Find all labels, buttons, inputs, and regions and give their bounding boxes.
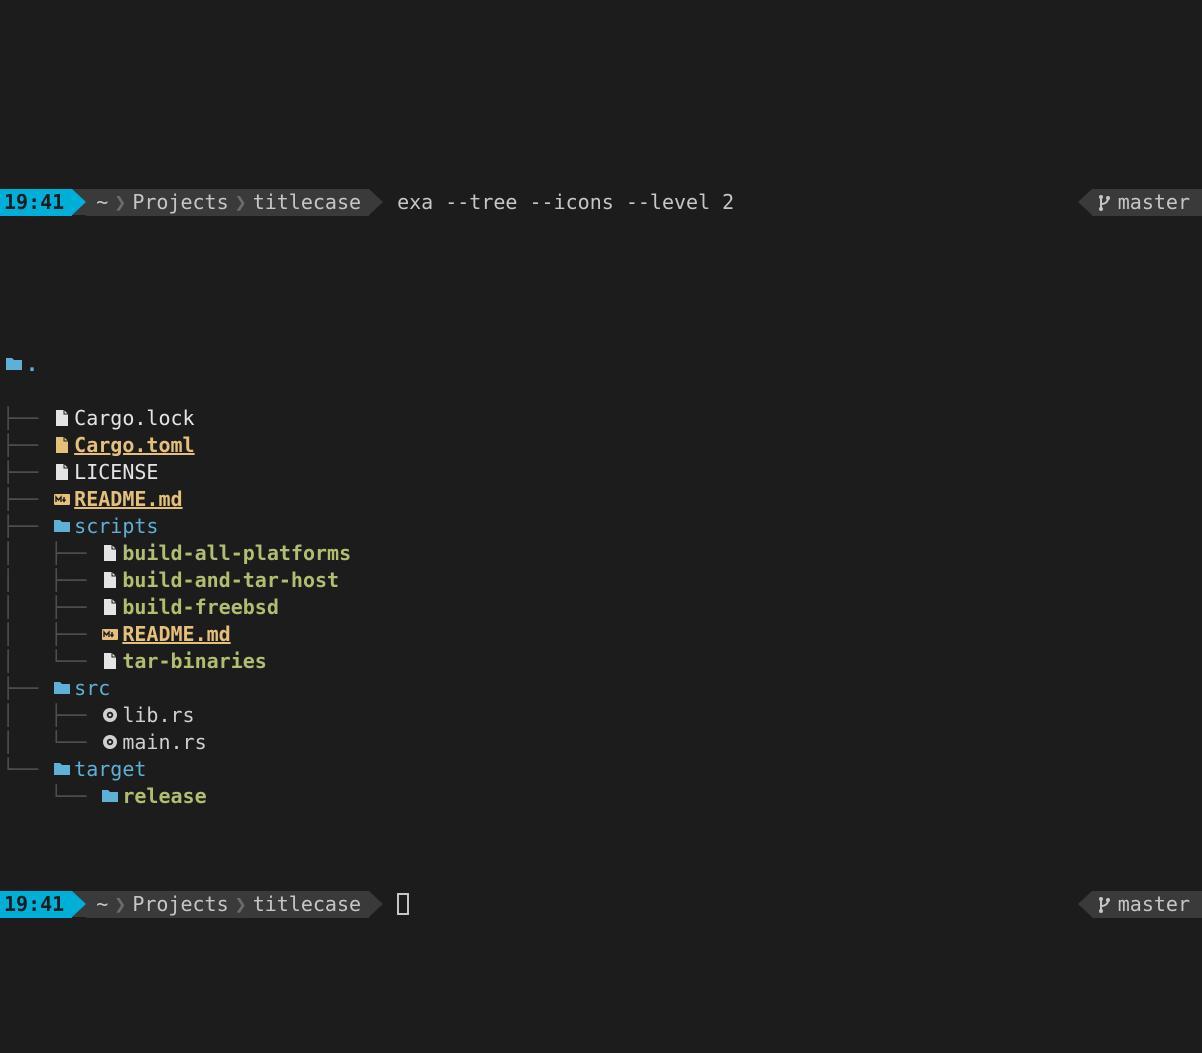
folder-icon xyxy=(98,783,122,810)
tree-guide: └── xyxy=(2,783,98,810)
spacer xyxy=(742,189,1078,216)
tree-entry-name: src xyxy=(74,675,110,702)
tree-row: │ ├── lib.rs xyxy=(2,702,1202,729)
tree-row: │ └── main.rs xyxy=(2,729,1202,756)
file-icon xyxy=(98,540,122,567)
arrow-icon xyxy=(72,891,86,917)
rust-icon xyxy=(98,729,122,756)
clock-segment: 19:41 xyxy=(0,891,72,918)
file-icon xyxy=(98,594,122,621)
tree-entry-name: LICENSE xyxy=(74,459,158,486)
tree-guide: ├── xyxy=(2,513,50,540)
cursor[interactable] xyxy=(397,893,409,915)
tree-entry-name: build-all-platforms xyxy=(122,540,351,567)
tree-guide: │ ├── xyxy=(2,540,98,567)
md-icon xyxy=(98,621,122,648)
tree-guide: ├── xyxy=(2,432,50,459)
tree-entry-name: Cargo.lock xyxy=(74,405,194,432)
tree-row: │ ├── README.md xyxy=(2,621,1202,648)
file-icon xyxy=(98,648,122,675)
git-branch-name: master xyxy=(1114,891,1190,918)
spacer xyxy=(409,891,1078,918)
tree-row: ├── src xyxy=(2,675,1202,702)
cfg-icon xyxy=(50,432,74,459)
prompt-line-top: 19:41 ~❯Projects❯titlecase exa --tree --… xyxy=(0,189,1202,216)
tree-row: │ └── tar-binaries xyxy=(2,648,1202,675)
file-icon xyxy=(50,405,74,432)
tree-row: ├── Cargo.toml xyxy=(2,432,1202,459)
path-segment: ~❯Projects❯titlecase xyxy=(86,189,369,216)
tree-row: ├── README.md xyxy=(2,486,1202,513)
tree-root: . xyxy=(2,351,1202,378)
tree-row: ├── LICENSE xyxy=(2,459,1202,486)
tree-row: ├── Cargo.lock xyxy=(2,405,1202,432)
command-text[interactable]: exa --tree --icons --level 2 xyxy=(383,189,742,216)
tree-guide: └── xyxy=(2,756,50,783)
tree-guide: │ └── xyxy=(2,648,98,675)
path-part: ~ xyxy=(96,189,108,216)
chevron-icon: ❯ xyxy=(108,189,132,216)
tree-guide: │ └── xyxy=(2,729,98,756)
tree-entry-name: main.rs xyxy=(122,729,206,756)
tree-entry-name: tar-binaries xyxy=(122,648,267,675)
tree-output: . ├── Cargo.lock├── Cargo.toml├── LICENS… xyxy=(0,297,1202,810)
git-branch-segment: master xyxy=(1092,891,1202,918)
folder-icon xyxy=(50,675,74,702)
tree-guide: │ ├── xyxy=(2,702,98,729)
tree-guide: │ ├── xyxy=(2,594,98,621)
path-part: titlecase xyxy=(253,891,361,918)
path-part: Projects xyxy=(132,189,228,216)
path-part: ~ xyxy=(96,891,108,918)
path-part: titlecase xyxy=(253,189,361,216)
tree-guide: │ ├── xyxy=(2,567,98,594)
arrow-icon xyxy=(369,891,383,917)
chevron-icon: ❯ xyxy=(229,189,253,216)
chevron-icon: ❯ xyxy=(229,891,253,918)
tree-entry-name: README.md xyxy=(74,486,182,513)
chevron-icon: ❯ xyxy=(108,891,132,918)
git-branch-icon xyxy=(1096,896,1114,914)
clock-segment: 19:41 xyxy=(0,189,72,216)
path-part: Projects xyxy=(132,891,228,918)
tree-entry-name: target xyxy=(74,756,146,783)
tree-entry-name: README.md xyxy=(122,621,230,648)
tree-entry-name: scripts xyxy=(74,513,158,540)
file-icon xyxy=(98,567,122,594)
arrow-icon xyxy=(1078,189,1092,215)
folder-icon xyxy=(50,513,74,540)
rust-icon xyxy=(98,702,122,729)
tree-guide: ├── xyxy=(2,675,50,702)
file-icon xyxy=(50,459,74,486)
tree-guide: ├── xyxy=(2,405,50,432)
path-segment: ~❯Projects❯titlecase xyxy=(86,891,369,918)
tree-row: │ ├── build-all-platforms xyxy=(2,540,1202,567)
tree-row: └── target xyxy=(2,756,1202,783)
tree-guide: ├── xyxy=(2,459,50,486)
arrow-icon xyxy=(72,189,86,215)
tree-entry-name: lib.rs xyxy=(122,702,194,729)
folder-icon xyxy=(2,351,26,378)
folder-icon xyxy=(50,756,74,783)
arrow-icon xyxy=(1078,891,1092,917)
tree-entry-name: build-freebsd xyxy=(122,594,279,621)
arrow-icon xyxy=(369,189,383,215)
tree-guide: ├── xyxy=(2,486,50,513)
prompt-line-bottom: 19:41 ~❯Projects❯titlecase master xyxy=(0,891,1202,918)
tree-row: ├── scripts xyxy=(2,513,1202,540)
tree-entry-name: release xyxy=(122,783,206,810)
git-branch-icon xyxy=(1096,194,1114,212)
tree-entry-name: build-and-tar-host xyxy=(122,567,339,594)
tree-row: │ ├── build-and-tar-host xyxy=(2,567,1202,594)
md-icon xyxy=(50,486,74,513)
tree-row: │ ├── build-freebsd xyxy=(2,594,1202,621)
tree-row: └── release xyxy=(2,783,1202,810)
tree-guide: │ ├── xyxy=(2,621,98,648)
git-branch-segment: master xyxy=(1092,189,1202,216)
git-branch-name: master xyxy=(1114,189,1190,216)
tree-entry-name: Cargo.toml xyxy=(74,432,194,459)
tree-root-name: . xyxy=(26,351,38,378)
